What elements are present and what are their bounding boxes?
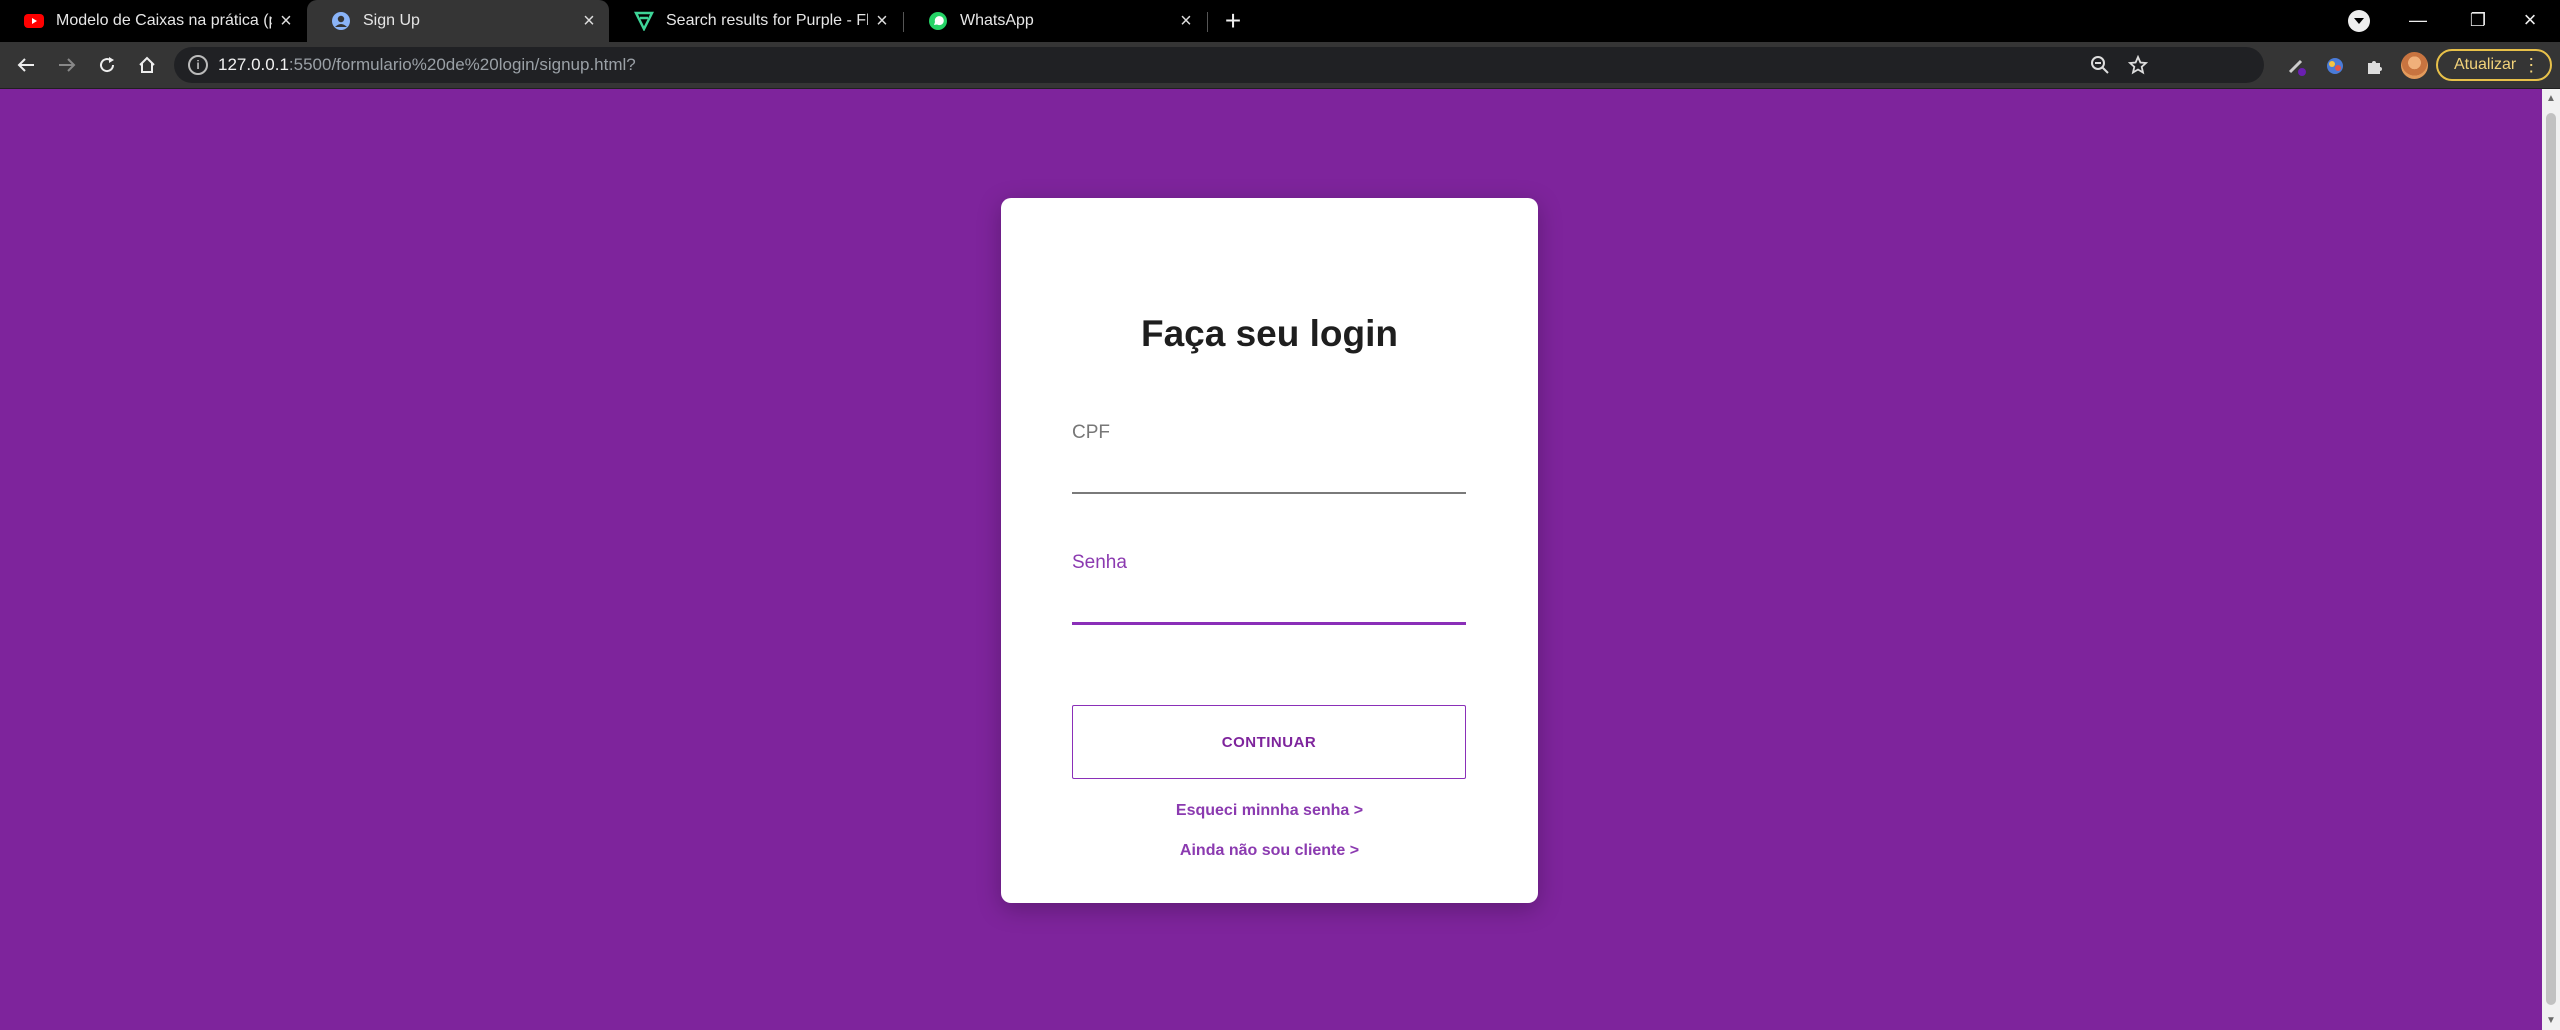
reload-icon[interactable] [91, 49, 123, 81]
bookmark-star-icon[interactable] [2126, 53, 2150, 77]
page-viewport: Faça seu login CPF Senha CONTINUAR Esque… [0, 89, 2560, 1030]
signup-link[interactable]: Ainda não sou cliente > [1001, 842, 1538, 860]
restore-icon[interactable]: ❐ [2448, 0, 2508, 40]
close-tab-icon[interactable]: × [868, 7, 896, 35]
senha-label: Senha [1072, 552, 1127, 573]
address-bar[interactable]: i 127.0.0.1:5500/formulario%20de%20login… [174, 47, 2264, 83]
flaticon-icon [634, 11, 654, 31]
home-icon[interactable] [131, 49, 163, 81]
whatsapp-icon [928, 11, 948, 31]
page-title: Faça seu login [1140, 313, 1398, 354]
tab-title: Modelo de Caixas na prática (par [56, 12, 272, 29]
cpf-input[interactable] [1072, 458, 1466, 488]
profile-avatar[interactable] [2401, 52, 2428, 79]
menu-dots-icon[interactable]: ⋮ [2522, 56, 2540, 74]
cpf-field[interactable]: CPF [1072, 422, 1466, 502]
scroll-down-icon[interactable]: ▼ [2546, 1015, 2556, 1026]
url-text[interactable]: 127.0.0.1:5500/formulario%20de%20login/s… [218, 55, 636, 75]
login-card: Faça seu login CPF Senha CONTINUAR Esque… [1001, 198, 1538, 903]
tab-whatsapp[interactable]: WhatsApp × [904, 0, 1206, 42]
close-tab-icon[interactable]: × [1172, 7, 1200, 35]
minimize-icon[interactable]: — [2388, 0, 2448, 40]
scroll-up-icon[interactable]: ▲ [2546, 93, 2556, 104]
cpf-underline [1072, 492, 1466, 494]
close-tab-icon[interactable]: × [272, 7, 300, 35]
color-extension-icon[interactable] [2322, 53, 2348, 79]
forgot-password-link[interactable]: Esqueci minnha senha > [1001, 802, 1538, 820]
continue-button[interactable]: CONTINUAR [1072, 705, 1466, 779]
tab-strip: Modelo de Caixas na prática (par × Sign … [0, 0, 2560, 42]
senha-input[interactable] [1072, 588, 1466, 618]
pen-extension-icon[interactable] [2284, 53, 2310, 79]
cpf-label: CPF [1072, 422, 1110, 443]
vertical-scrollbar[interactable]: ▲ ▼ [2542, 89, 2560, 1030]
tab-youtube[interactable]: Modelo de Caixas na prática (par × [0, 0, 306, 42]
forward-arrow-icon[interactable] [51, 49, 83, 81]
tab-title: WhatsApp [960, 12, 1034, 29]
senha-field[interactable]: Senha [1072, 552, 1466, 632]
youtube-icon [24, 11, 44, 31]
site-info-icon[interactable]: i [188, 55, 208, 75]
update-button[interactable]: Atualizar ⋮ [2436, 49, 2553, 81]
senha-underline [1072, 622, 1466, 625]
close-tab-icon[interactable]: × [575, 7, 603, 35]
tab-flaticon[interactable]: Search results for Purple - Flatico × [610, 0, 902, 42]
tab-separator [1207, 12, 1208, 32]
tab-title: Sign Up [363, 12, 420, 29]
puzzle-extensions-icon[interactable] [2362, 53, 2388, 79]
new-tab-button[interactable]: + [1218, 5, 1248, 36]
close-window-icon[interactable]: × [2500, 0, 2560, 40]
tab-title: Search results for Purple - Flatico [666, 12, 868, 29]
tab-search-icon[interactable] [2348, 10, 2370, 32]
browser-toolbar: i 127.0.0.1:5500/formulario%20de%20login… [0, 42, 2560, 89]
zoom-icon[interactable] [2088, 53, 2112, 77]
scrollbar-thumb[interactable] [2546, 113, 2556, 1005]
globe-icon [331, 11, 351, 31]
back-arrow-icon[interactable] [10, 49, 42, 81]
update-label: Atualizar [2454, 56, 2517, 73]
tab-sign-up[interactable]: Sign Up × [307, 0, 609, 42]
